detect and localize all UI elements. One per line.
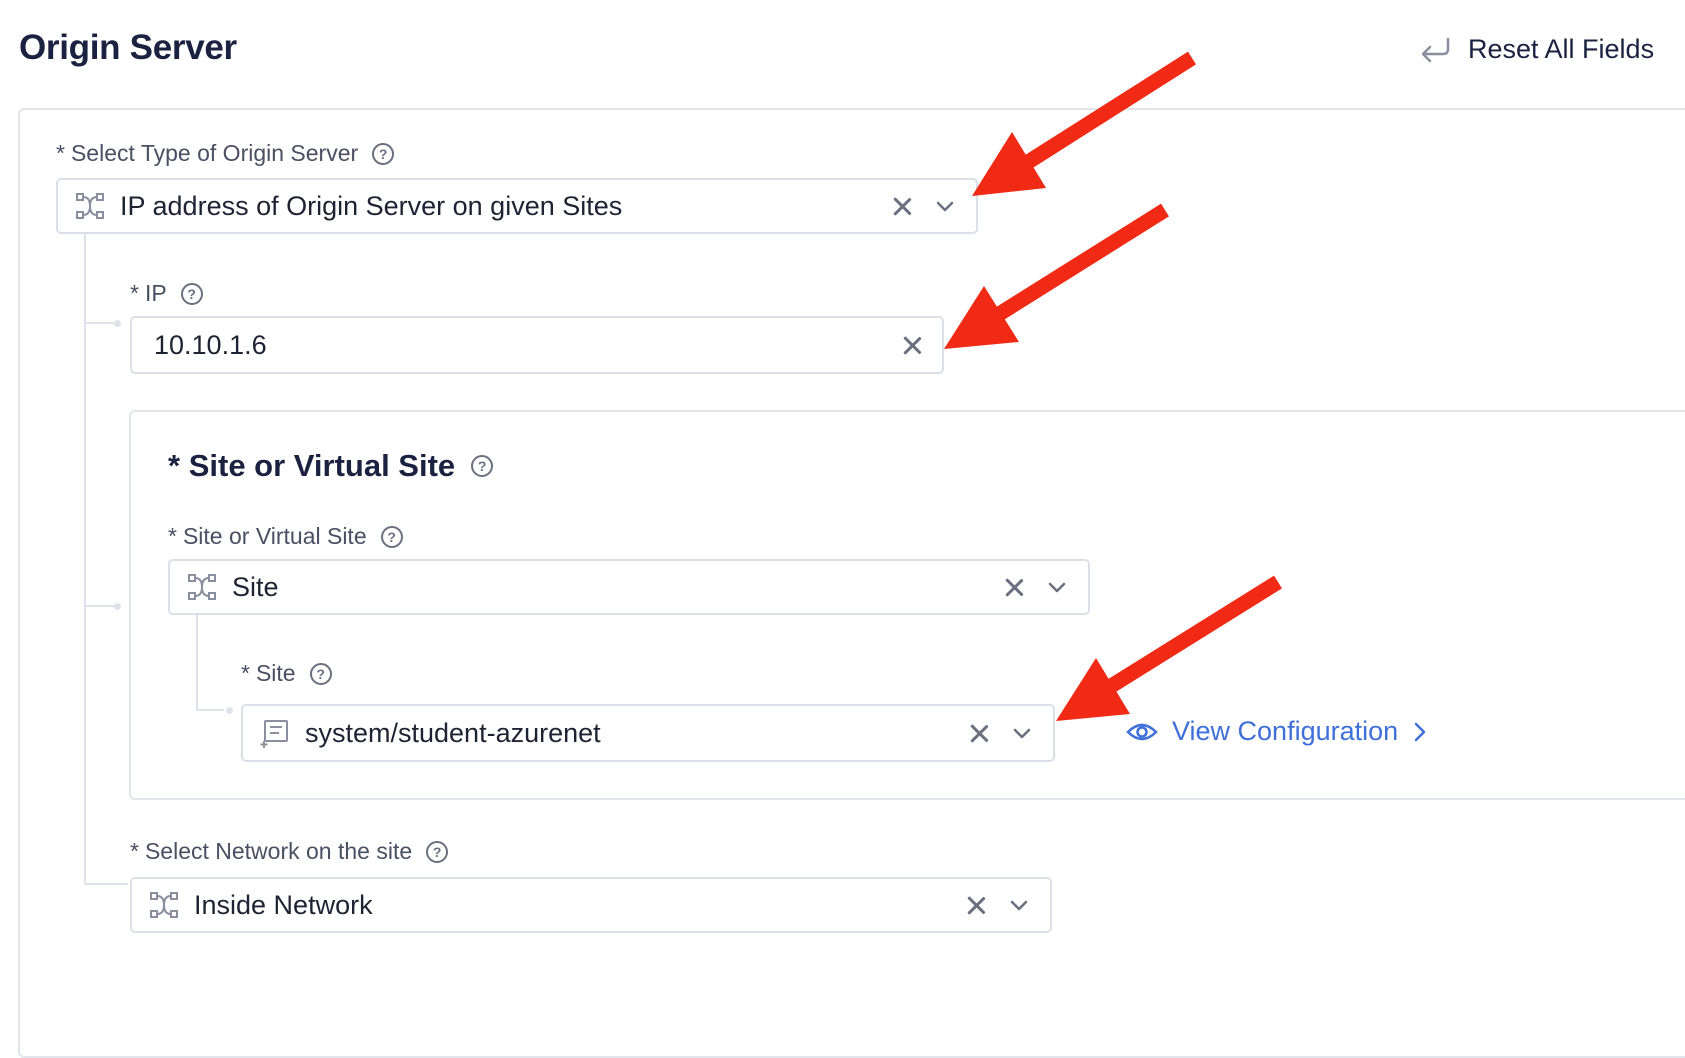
annotation-arrow-1 xyxy=(1020,51,1197,171)
annotation-arrows xyxy=(944,51,1282,721)
annotation-arrowhead-2 xyxy=(944,286,1019,349)
annotation-arrow-3 xyxy=(1104,575,1282,695)
annotation-arrow-2 xyxy=(992,203,1169,323)
